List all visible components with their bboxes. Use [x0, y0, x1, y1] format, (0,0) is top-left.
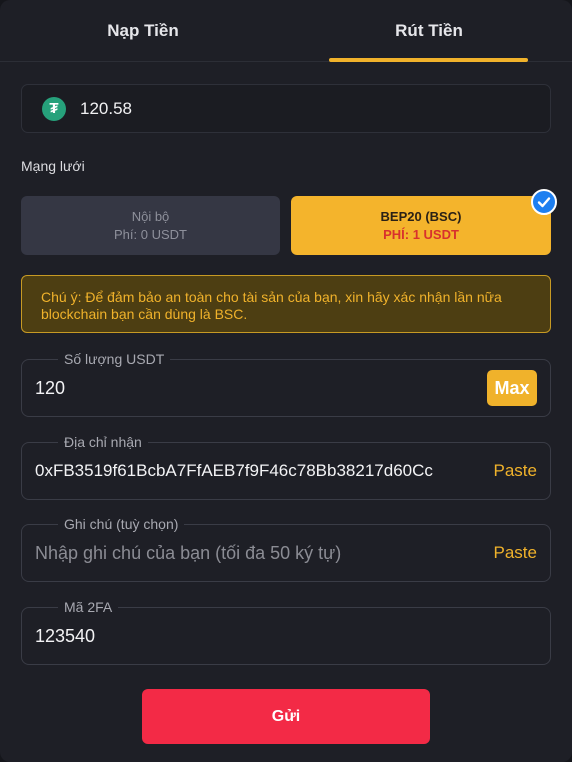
network-option-fee: Phí: 0 USDT — [114, 226, 187, 242]
max-button[interactable]: Max — [487, 370, 537, 406]
tab-bar: Nạp Tiền Rút Tiền — [0, 0, 572, 62]
amount-input[interactable]: 120 — [35, 360, 65, 416]
network-option-name: BEP20 (BSC) — [380, 208, 462, 224]
network-option-fee: PHÍ: 1 USDT — [383, 226, 459, 242]
note-input[interactable]: Nhập ghi chú của bạn (tối đa 50 ký tự) — [35, 525, 341, 581]
twofa-field[interactable]: Mã 2FA 123540 — [21, 599, 551, 665]
withdraw-panel: Nạp Tiền Rút Tiền ₮ 120.58 Mạng lưới Nội… — [0, 0, 572, 762]
address-field[interactable]: Địa chỉ nhận 0xFB3519f61BcbA7FfAEB7f9F46… — [21, 434, 551, 500]
address-input[interactable]: 0xFB3519f61BcbA7FfAEB7f9F46c78Bb38217d60… — [35, 443, 433, 499]
selected-check-icon — [531, 189, 557, 215]
balance-display: ₮ 120.58 — [21, 84, 551, 133]
amount-field[interactable]: Số lượng USDT 120 Max — [21, 351, 551, 417]
field-legend: Số lượng USDT — [58, 351, 171, 367]
tab-withdraw[interactable]: Rút Tiền — [286, 0, 572, 62]
note-field[interactable]: Ghi chú (tuỳ chọn) Nhập ghi chú của bạn … — [21, 516, 551, 582]
balance-value: 120.58 — [80, 98, 132, 118]
twofa-input[interactable]: 123540 — [35, 608, 95, 664]
network-option-internal[interactable]: Nội bộ Phí: 0 USDT — [21, 196, 280, 255]
address-paste-button[interactable]: Paste — [494, 443, 537, 499]
active-tab-indicator — [329, 58, 528, 62]
network-option-name: Nội bộ — [131, 208, 170, 224]
note-paste-button[interactable]: Paste — [494, 525, 537, 581]
submit-button[interactable]: Gửi — [142, 689, 430, 744]
tether-icon: ₮ — [42, 96, 66, 121]
network-label: Mạng lưới — [21, 158, 85, 174]
warning-banner: Chú ý: Để đảm bảo an toàn cho tài sản củ… — [21, 275, 551, 333]
tab-deposit[interactable]: Nạp Tiền — [0, 0, 286, 62]
network-option-bep20[interactable]: BEP20 (BSC) PHÍ: 1 USDT — [291, 196, 551, 255]
